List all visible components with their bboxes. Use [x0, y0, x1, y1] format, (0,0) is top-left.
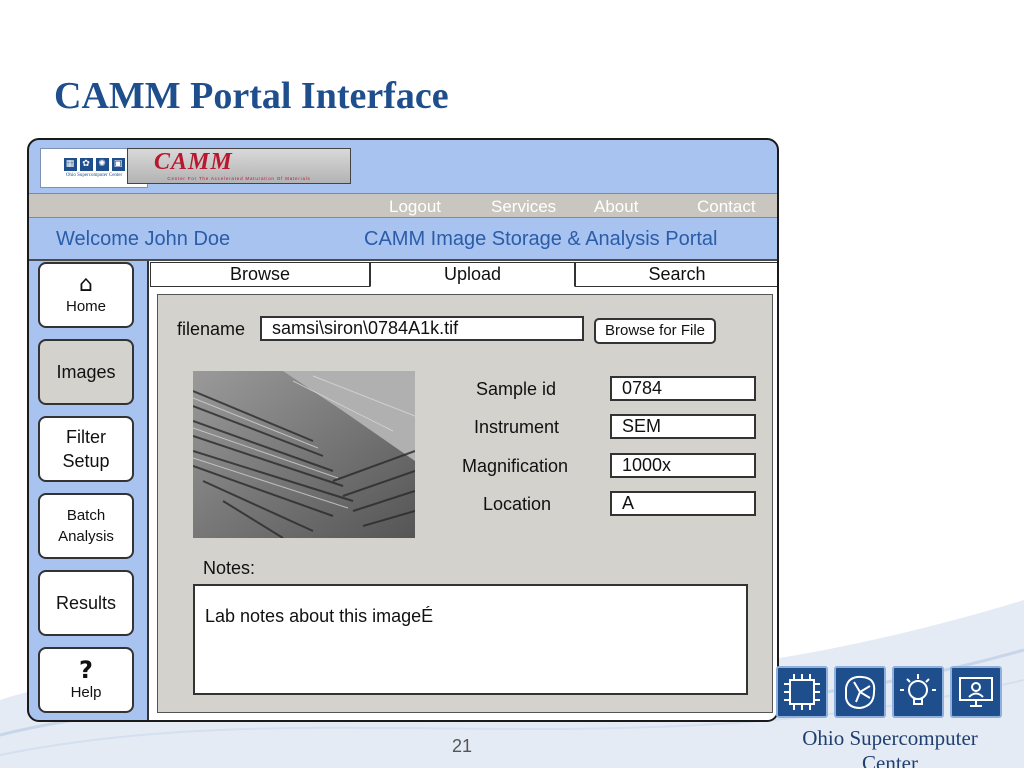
page-number: 21 — [452, 736, 473, 756]
nav-contact[interactable]: Contact — [697, 197, 756, 217]
instrument-label: Instrument — [474, 417, 560, 437]
osc-logo-text: Ohio Supercomputer Center — [65, 173, 123, 178]
osc-footer-name: Ohio Supercomputer Center — [802, 726, 978, 768]
help-icon: ? — [79, 655, 93, 684]
location-field[interactable]: A — [610, 491, 756, 516]
sidebar-item-label-line2: Setup — [62, 451, 110, 471]
monitor-icon — [950, 666, 1002, 718]
portal-window: ▦ ✿ ✺ ▣ Ohio Supercomputer Center CAMM C… — [27, 138, 779, 722]
tab-upload[interactable]: Upload — [370, 262, 575, 287]
sidebar-item-label-line1: Filter — [66, 427, 106, 447]
sidebar-item-label: Home — [65, 297, 106, 315]
camm-logo: CAMM Center For The Accelerated Maturati… — [127, 148, 351, 184]
welcome-text: Welcome John Doe — [56, 228, 231, 250]
slide-title: CAMM Portal Interface — [54, 75, 449, 117]
magnification-field[interactable]: 1000x — [610, 453, 756, 478]
camm-logo-word: CAMM — [154, 149, 233, 175]
lightbulb-icon: ✺ — [95, 158, 109, 171]
camm-logo-subtitle: Center For The Accelerated Maturation Of… — [167, 176, 311, 181]
notes-label: Notes: — [203, 558, 256, 578]
sidebar-item-batch-analysis[interactable]: Batch Analysis — [38, 493, 134, 559]
main-content: Browse Upload Search filename samsi\siro… — [147, 261, 777, 720]
sidebar-item-label: Help — [70, 683, 102, 701]
upload-panel: filename samsi\siron\0784A1k.tif Browse … — [157, 294, 773, 713]
lightbulb-icon — [892, 666, 944, 718]
sidebar-item-images[interactable]: Images — [38, 339, 134, 405]
tab-search[interactable]: Search — [575, 262, 777, 287]
notes-textarea[interactable]: Lab notes about this imageÉ — [193, 584, 748, 695]
filename-label: filename — [177, 319, 246, 339]
brain-icon: ✿ — [79, 158, 93, 171]
nav-logout[interactable]: Logout — [389, 197, 441, 217]
filename-field[interactable]: samsi\siron\0784A1k.tif — [260, 316, 584, 341]
instrument-field[interactable]: SEM — [610, 414, 756, 439]
chip-icon — [776, 666, 828, 718]
sidebar-item-results[interactable]: Results — [38, 570, 134, 636]
sample-id-field[interactable]: 0784 — [610, 376, 756, 401]
magnification-label: Magnification — [462, 456, 569, 476]
sidebar-item-filter-setup[interactable]: Filter Setup — [38, 416, 134, 482]
chip-icon: ▦ — [63, 158, 77, 171]
portal-title: CAMM Image Storage & Analysis Portal — [364, 228, 718, 250]
sample-id-label: Sample id — [476, 379, 557, 399]
osc-footer-logo: Ohio Supercomputer Center — [774, 666, 1006, 768]
sidebar-item-label: Results — [55, 593, 117, 613]
nav-about[interactable]: About — [594, 197, 638, 217]
sidebar-item-label-line1: Batch — [66, 507, 106, 524]
sidebar-item-home[interactable]: ⌂ Home — [38, 262, 134, 328]
browse-for-file-button[interactable]: Browse for File — [594, 318, 716, 344]
top-navbar: Logout Services About Contact — [29, 193, 777, 218]
sidebar-item-label-line2: Analysis — [58, 528, 114, 545]
monitor-icon: ▣ — [111, 158, 125, 171]
home-icon: ⌂ — [79, 271, 93, 297]
location-label: Location — [483, 494, 552, 514]
brain-icon — [834, 666, 886, 718]
nav-services[interactable]: Services — [491, 197, 556, 217]
sidebar-item-help[interactable]: ? Help — [38, 647, 134, 713]
tab-browse[interactable]: Browse — [150, 262, 370, 287]
sem-micrograph-image — [193, 371, 415, 538]
sidebar-item-label: Images — [56, 362, 116, 382]
welcome-bar: Welcome John Doe CAMM Image Storage & An… — [29, 220, 777, 260]
